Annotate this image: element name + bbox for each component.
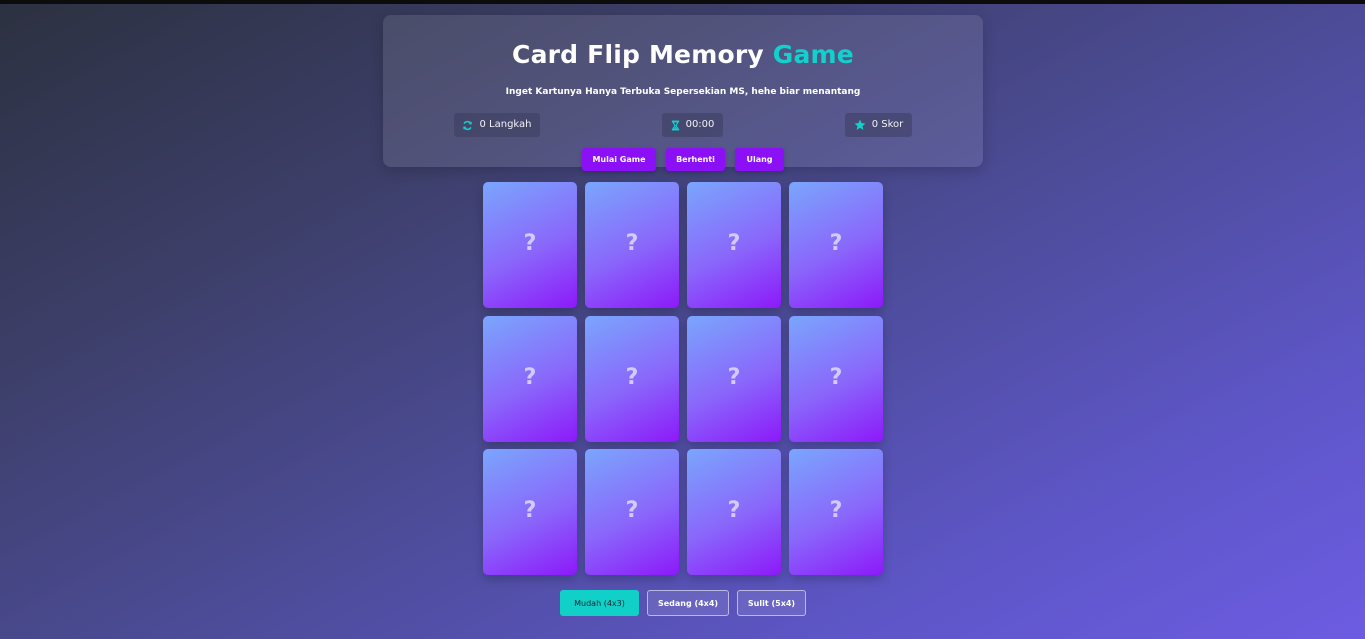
card-3[interactable]: ? (687, 182, 781, 308)
question-mark-icon: ? (523, 230, 537, 256)
difficulty-hard-button[interactable]: Sulit (5x4) (737, 590, 806, 616)
question-mark-icon: ? (523, 364, 537, 390)
card-4[interactable]: ? (789, 182, 883, 308)
question-mark-icon: ? (625, 497, 639, 523)
card-8[interactable]: ? (789, 316, 883, 442)
timer: 00:00 (662, 113, 723, 137)
stop-button[interactable]: Berhenti (666, 148, 725, 171)
card-9[interactable]: ? (483, 449, 577, 575)
question-mark-icon: ? (829, 230, 843, 256)
question-mark-icon: ? (727, 364, 741, 390)
question-mark-icon: ? (829, 364, 843, 390)
card-11[interactable]: ? (687, 449, 781, 575)
reset-button[interactable]: Ulang (735, 148, 784, 171)
card-2[interactable]: ? (585, 182, 679, 308)
card-12[interactable]: ? (789, 449, 883, 575)
card-1[interactable]: ? (483, 182, 577, 308)
card-10[interactable]: ? (585, 449, 679, 575)
score-counter: 0 Skor (845, 113, 912, 137)
star-icon (854, 119, 866, 130)
question-mark-icon: ? (829, 497, 843, 523)
question-mark-icon: ? (727, 230, 741, 256)
moves-counter: 0 Langkah (454, 113, 540, 137)
question-mark-icon: ? (625, 230, 639, 256)
header-panel: Card Flip Memory Game Inget Kartunya Han… (383, 15, 983, 171)
difficulty-medium-button[interactable]: Sedang (4x4) (647, 590, 729, 616)
card-6[interactable]: ? (585, 316, 679, 442)
score-label: 0 Skor (871, 119, 904, 130)
title-accent: Game (772, 40, 854, 69)
start-game-button[interactable]: Mulai Game (582, 148, 656, 171)
sync-icon (463, 120, 473, 130)
card-5[interactable]: ? (483, 316, 577, 442)
page-subtitle: Inget Kartunya Hanya Terbuka Sepersekian… (505, 87, 861, 97)
difficulty-easy-button[interactable]: Mudah (4x3) (560, 590, 639, 616)
timer-label: 00:00 (685, 119, 715, 130)
title-main: Card Flip Memory (512, 40, 773, 69)
page-title: Card Flip Memory Game (383, 40, 983, 70)
top-bar (0, 0, 1365, 4)
question-mark-icon: ? (625, 364, 639, 390)
question-mark-icon: ? (727, 497, 741, 523)
card-7[interactable]: ? (687, 316, 781, 442)
moves-label: 0 Langkah (479, 119, 532, 130)
question-mark-icon: ? (523, 497, 537, 523)
hourglass-icon (671, 120, 679, 130)
